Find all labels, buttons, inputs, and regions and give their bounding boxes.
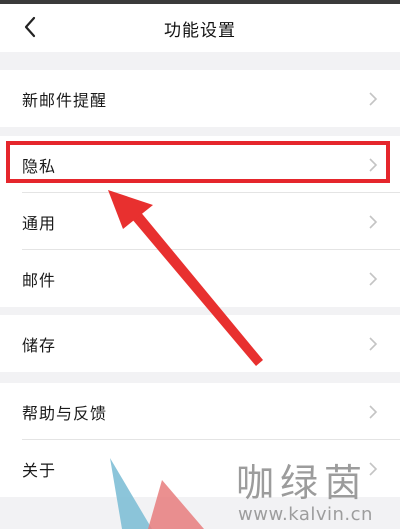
row-label: 邮件 <box>22 270 57 290</box>
settings-group-storage: 储存 <box>0 315 400 372</box>
settings-group-general: 隐私 通用 邮件 <box>0 136 400 307</box>
row-label: 帮助与反馈 <box>22 403 108 423</box>
settings-row-about[interactable]: 关于 <box>0 440 400 497</box>
chevron-right-icon <box>369 91 378 106</box>
chevron-right-icon <box>369 214 378 229</box>
settings-row-new-mail-alert[interactable]: 新邮件提醒 <box>0 70 400 127</box>
row-label: 新邮件提醒 <box>22 90 108 110</box>
row-label: 隐私 <box>22 156 57 176</box>
settings-group-help: 帮助与反馈 关于 <box>0 383 400 497</box>
chevron-right-icon <box>369 461 378 476</box>
row-label: 通用 <box>22 213 57 233</box>
chevron-right-icon <box>369 157 378 172</box>
settings-row-storage[interactable]: 储存 <box>0 315 400 372</box>
settings-row-help-feedback[interactable]: 帮助与反馈 <box>0 383 400 440</box>
settings-row-general[interactable]: 通用 <box>0 193 400 250</box>
nav-bar: 功能设置 <box>0 4 400 52</box>
watermark-url: www.kalvin.cn <box>238 504 373 525</box>
chevron-right-icon <box>369 271 378 286</box>
page-title: 功能设置 <box>164 20 236 41</box>
settings-row-mail[interactable]: 邮件 <box>0 250 400 307</box>
row-label: 关于 <box>22 460 57 480</box>
row-label: 储存 <box>22 335 57 355</box>
settings-row-privacy[interactable]: 隐私 <box>0 136 400 193</box>
chevron-right-icon <box>369 336 378 351</box>
chevron-right-icon <box>369 404 378 419</box>
settings-group-notifications: 新邮件提醒 <box>0 70 400 127</box>
